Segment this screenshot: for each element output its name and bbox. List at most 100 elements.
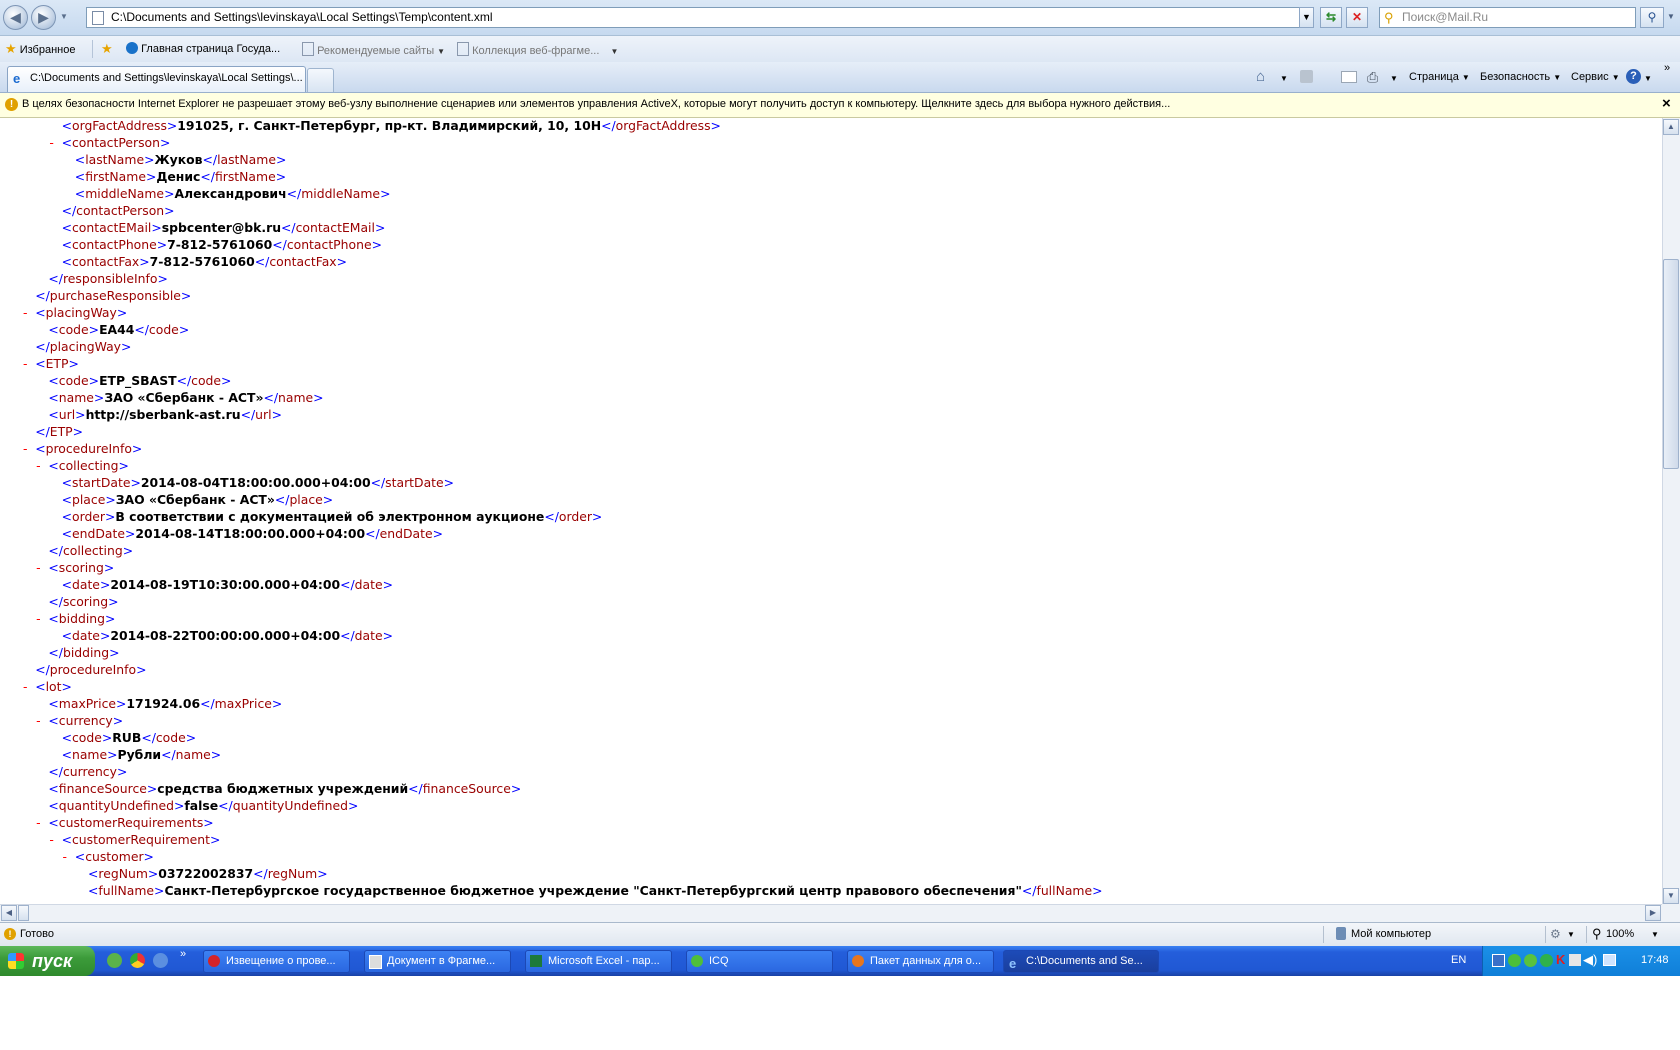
collapse-toggle[interactable]: - (33, 712, 43, 729)
collapse-toggle[interactable]: - (33, 610, 43, 627)
more-quicklaunch-icon[interactable]: » (180, 948, 186, 960)
search-input[interactable]: ⚲ Поиск@Mail.Ru (1379, 7, 1636, 28)
tag-bracket: < (61, 577, 72, 592)
collapse-toggle[interactable]: - (20, 440, 30, 457)
tag-bracket: > (72, 424, 84, 439)
tag-name: placingWay (45, 305, 117, 320)
tag-name: code (58, 322, 89, 337)
horizontal-scroll-thumb[interactable] (18, 905, 29, 921)
tag-bracket: < (61, 475, 72, 490)
taskbar-item[interactable]: Извещение о прове... (203, 950, 350, 973)
taskbar-item[interactable]: Microsoft Excel - пар... (525, 950, 672, 973)
service-menu[interactable]: Сервис ▼ (1571, 71, 1620, 83)
collapse-toggle[interactable]: - (33, 559, 43, 576)
collapse-toggle[interactable]: - (33, 814, 43, 831)
scroll-right-button[interactable]: ▶ (1645, 905, 1661, 921)
display-icon[interactable] (1603, 954, 1616, 966)
help-icon[interactable]: ? (1626, 69, 1641, 84)
collapse-toggle[interactable]: - (47, 134, 57, 151)
tray-app-icon[interactable] (1540, 954, 1553, 967)
tag-bracket: > (68, 356, 79, 371)
chevron-down-icon[interactable]: ▼ (1390, 74, 1398, 83)
start-button[interactable]: пуск (0, 946, 95, 976)
more-commands-icon[interactable]: » (1664, 62, 1670, 74)
collapse-toggle[interactable]: - (60, 848, 70, 865)
home-icon[interactable]: ⌂ (1256, 68, 1265, 85)
collapse-toggle[interactable]: - (20, 678, 30, 695)
taskbar-item-label: Извещение о прове... (226, 955, 336, 967)
network-icon[interactable] (1569, 954, 1581, 966)
vertical-scrollbar[interactable] (1662, 118, 1680, 904)
tag-name: customerRequirements (58, 815, 204, 830)
address-input[interactable]: C:\Documents and Settings\levinskaya\Loc… (86, 7, 1314, 28)
add-favorite-icon[interactable]: ★ (101, 41, 113, 57)
xml-line: - <scoring> (36, 559, 114, 576)
xml-line: - <customerRequirement> (49, 831, 220, 848)
quicklaunch-icon[interactable] (107, 953, 122, 968)
language-indicator[interactable]: EN (1451, 954, 1466, 966)
zoom-level[interactable]: 100% (1606, 928, 1634, 940)
back-button[interactable]: ◀ (3, 5, 28, 30)
collapse-toggle[interactable]: - (20, 355, 30, 372)
collapse-toggle[interactable]: - (20, 304, 30, 321)
scroll-down-button[interactable]: ▼ (1663, 888, 1679, 904)
tag-bracket: < (48, 611, 59, 626)
page-menu[interactable]: Страница ▼ (1409, 71, 1470, 83)
volume-icon[interactable]: ◀) (1583, 952, 1597, 968)
history-dropdown-icon[interactable]: ▼ (60, 12, 68, 21)
taskbar-item[interactable]: Пакет данных для о... (847, 950, 994, 973)
tag-bracket: > (136, 662, 147, 677)
protected-mode-icon[interactable]: ⚙ (1550, 927, 1561, 941)
print-icon[interactable]: ⎙ (1367, 69, 1378, 86)
tag-bracket: > (118, 458, 129, 473)
tag-bracket: </ (48, 543, 63, 558)
ie-quicklaunch-icon[interactable] (153, 953, 168, 968)
tag-bracket: > (322, 492, 334, 507)
chevron-down-icon[interactable]: ▼ (1644, 74, 1652, 83)
stop-button[interactable]: ✕ (1346, 7, 1368, 28)
security-menu[interactable]: Безопасность ▼ (1480, 71, 1561, 83)
collapse-toggle[interactable]: - (33, 457, 43, 474)
refresh-button[interactable]: ⇆ (1320, 7, 1342, 28)
tag-bracket: < (74, 849, 86, 864)
favorite-link-recommended[interactable]: Рекомендуемые сайты ▼ (302, 42, 445, 57)
chevron-down-icon[interactable]: ▼ (1280, 74, 1288, 83)
forward-button[interactable]: ▶ (31, 5, 56, 30)
address-dropdown-button[interactable]: ▼ (1299, 7, 1314, 28)
chevron-down-icon[interactable]: ▼ (1651, 930, 1659, 939)
search-button[interactable]: ⚲ (1640, 7, 1664, 28)
clock[interactable]: 17:48 (1641, 954, 1669, 966)
tag-bracket: > (121, 339, 132, 354)
scroll-left-button[interactable]: ◀ (1, 905, 17, 921)
kaspersky-icon[interactable]: K (1556, 952, 1565, 967)
closing-tag-name: firstName (214, 169, 276, 184)
tag-name: procedureInfo (45, 441, 132, 456)
chevron-down-icon[interactable]: ▼ (1567, 930, 1575, 939)
taskbar-item-active[interactable]: e C:\Documents and Se... (1003, 950, 1159, 973)
tray-app-icon[interactable] (1524, 954, 1537, 967)
xml-line: <code>RUB</code> (62, 729, 197, 746)
horizontal-scrollbar[interactable] (0, 904, 1662, 922)
favorite-link-webslice[interactable]: Коллекция веб-фрагме... ▼ (457, 42, 618, 57)
tag-bracket: > (108, 594, 119, 609)
rss-icon[interactable] (1300, 70, 1313, 83)
taskbar-item-label: ICQ (709, 955, 729, 967)
close-icon[interactable]: × (1662, 95, 1671, 112)
information-bar[interactable]: ! В целях безопасности Internet Explorer… (0, 93, 1680, 118)
chrome-icon[interactable] (130, 953, 145, 968)
taskbar-item[interactable]: Документ в Фрагме... (364, 950, 511, 973)
favorite-link-gov[interactable]: Главная страница Госуда... (126, 42, 280, 55)
new-tab-button[interactable] (307, 68, 334, 92)
collapse-toggle[interactable]: - (47, 831, 57, 848)
vertical-scroll-thumb[interactable] (1663, 259, 1679, 469)
favorites-button[interactable]: ★ Избранное (5, 41, 75, 57)
search-options-icon[interactable]: ▼ (1667, 12, 1675, 21)
zoom-icon[interactable]: ⚲ (1592, 926, 1602, 942)
tray-app-icon[interactable] (1492, 954, 1505, 967)
scroll-up-button[interactable]: ▲ (1663, 119, 1679, 135)
taskbar-item[interactable]: ICQ (686, 950, 833, 973)
status-bar: ! Готово Мой компьютер ⚙ ▼ ⚲ 100% ▼ (0, 922, 1680, 947)
tray-icq-icon[interactable] (1508, 954, 1521, 967)
mail-icon[interactable] (1341, 71, 1357, 83)
tab-content-xml[interactable]: e C:\Documents and Settings\levinskaya\L… (7, 66, 306, 92)
